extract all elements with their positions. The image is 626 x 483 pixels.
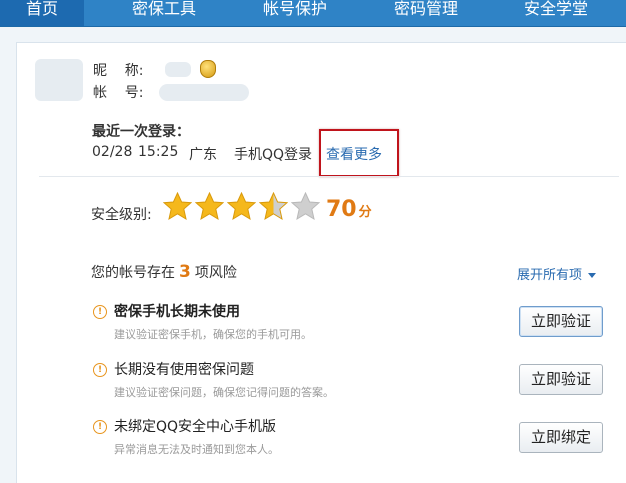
last-login-method: 手机QQ登录	[234, 147, 313, 163]
avatar	[35, 59, 83, 101]
warning-icon: !	[93, 363, 107, 377]
last-login-time: 15:25	[138, 144, 179, 160]
verify-question-button[interactable]: 立即验证	[519, 364, 603, 395]
risk-item-desc: 建议验证密保问题，确保您记得问题的答案。	[114, 386, 334, 399]
star-icon	[195, 192, 224, 221]
risk-item-title: 长期没有使用密保问题	[114, 362, 254, 378]
account-value	[159, 84, 249, 101]
security-level-label: 安全级别:	[91, 207, 152, 223]
nav-tab-password-management[interactable]: 密码管理	[378, 0, 474, 26]
nav-tab-security-school[interactable]: 安全学堂	[508, 0, 604, 26]
last-login-date: 02/28	[92, 144, 133, 160]
expand-all-link[interactable]: 展开所有项	[517, 264, 597, 283]
last-login-location: 广东	[189, 147, 217, 163]
risk-summary: 您的帐号存在 3 项风险	[91, 262, 237, 282]
risk-summary-prefix: 您的帐号存在	[91, 265, 175, 281]
risk-item-title: 密保手机长期未使用	[114, 304, 240, 320]
security-score: 70 分	[326, 197, 372, 222]
nav-tab-security-tools[interactable]: 密保工具	[116, 0, 212, 26]
star-icon	[227, 192, 256, 221]
highlight-box	[319, 129, 399, 177]
risk-item-desc: 建议验证密保手机，确保您的手机可用。	[114, 328, 312, 341]
risk-item-desc: 异常消息无法及时通知到您本人。	[114, 443, 279, 456]
nav-tab-home[interactable]: 首页	[0, 0, 84, 26]
bind-app-button[interactable]: 立即绑定	[519, 422, 603, 453]
divider	[39, 176, 619, 177]
risk-count: 3	[179, 262, 191, 282]
nav-tab-account-protection[interactable]: 帐号保护	[247, 0, 343, 26]
star-icon	[163, 192, 192, 221]
expand-all-label: 展开所有项	[517, 268, 583, 283]
account-label: 帐 号:	[93, 85, 144, 101]
last-login-title: 最近一次登录：	[92, 124, 190, 140]
account-summary-panel: 昵 称: 帐 号: 最近一次登录： 02/28 15:25 广东 手机QQ登录 …	[16, 42, 626, 483]
top-nav: 首页 密保工具 帐号保护 密码管理 安全学堂	[0, 0, 626, 27]
risk-summary-suffix: 项风险	[194, 265, 237, 281]
security-score-value: 70	[326, 197, 357, 222]
shield-badge-icon	[200, 60, 216, 78]
security-score-unit: 分	[358, 205, 372, 220]
nickname-value	[165, 62, 191, 77]
warning-icon: !	[93, 305, 107, 319]
warning-icon: !	[93, 420, 107, 434]
chevron-down-icon	[588, 273, 597, 278]
verify-phone-button[interactable]: 立即验证	[519, 306, 603, 337]
nickname-label: 昵 称:	[93, 63, 144, 79]
star-icon	[291, 192, 320, 221]
risk-item-title: 未绑定QQ安全中心手机版	[114, 419, 277, 435]
star-icon	[259, 192, 288, 221]
